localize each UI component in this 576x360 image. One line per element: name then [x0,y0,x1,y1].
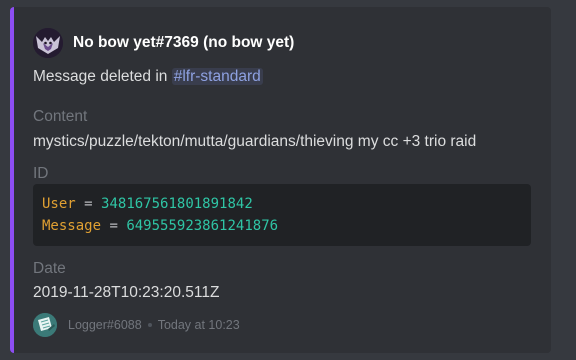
embed-accent-bar [10,7,14,353]
field-name-id: ID [33,165,49,182]
notepad-icon [33,313,57,337]
channel-mention-link[interactable]: #lfr-standard [171,68,263,85]
embed-author: No bow yet#7369 (no bow yet) [33,27,294,59]
message-embed: No bow yet#7369 (no bow yet) Message del… [10,7,551,353]
footer-text: Logger#6088 [68,318,142,332]
code-value-user: 348167561801891842 [101,196,253,212]
code-line-message: Message = 649555923861241876 [42,215,522,237]
code-key-message: Message [42,218,102,234]
field-name-content: Content [33,108,88,125]
author-name[interactable]: No bow yet#7369 (no bow yet) [73,34,294,52]
id-code-block: User = 348167561801891842 Message = 6495… [33,184,531,246]
embed-description: Message deleted in #lfr-standard [33,68,263,86]
footer-timestamp: Today at 10:23 [157,318,240,332]
code-operator: = [84,196,93,212]
field-name-date: Date [33,260,66,277]
code-value-message: 649555923861241876 [126,218,279,234]
code-operator: = [109,218,118,234]
field-value-date: 2019-11-28T10:23:20.511Z [33,284,220,301]
footer-separator [147,323,152,327]
description-text: Message deleted in [33,68,172,85]
embed-footer: Logger#6088 Today at 10:23 [33,313,240,337]
field-value-content: mystics/puzzle/tekton/mutta/guardians/th… [33,133,477,150]
bat-avatar-icon[interactable] [33,28,63,58]
code-key-user: User [42,196,76,212]
code-line-user: User = 348167561801891842 [42,193,522,215]
